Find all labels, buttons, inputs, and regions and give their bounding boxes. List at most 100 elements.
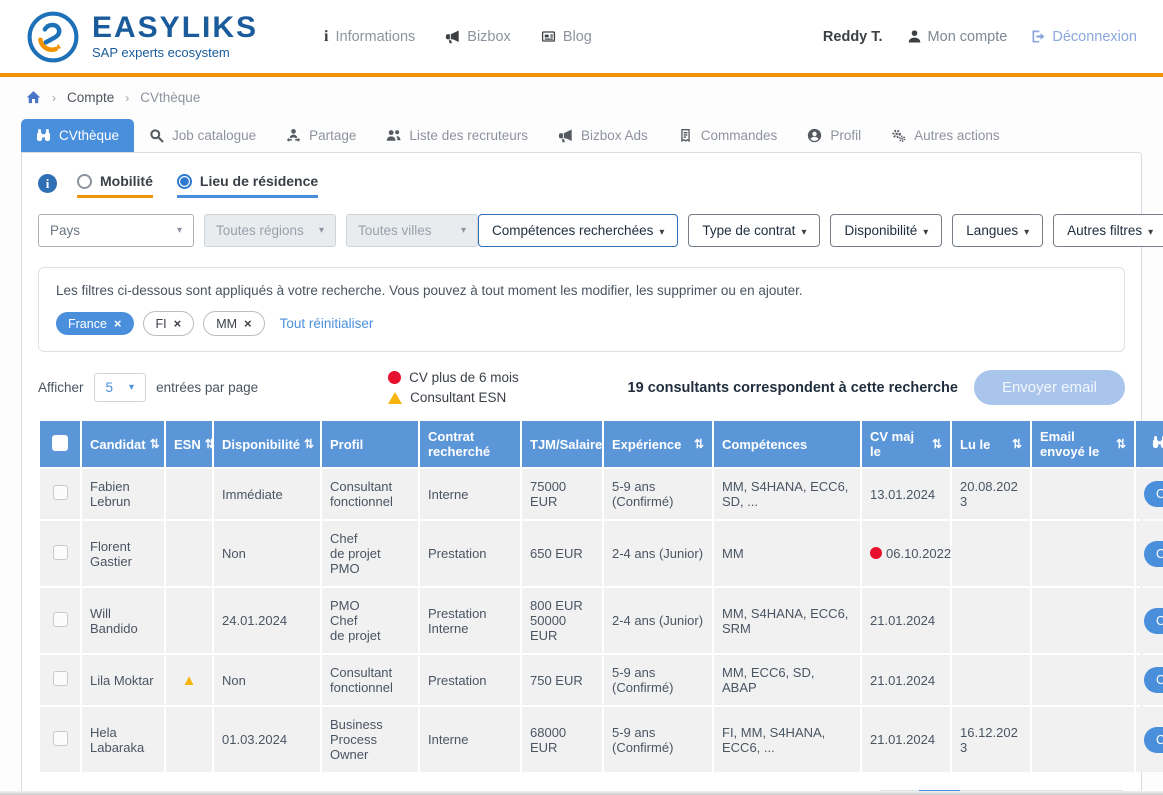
radio-button-icon[interactable] [177, 174, 192, 189]
radio-button-icon[interactable] [77, 174, 92, 189]
pagination-page-3[interactable]: 3 [1001, 790, 1043, 795]
my-account-label: Mon compte [928, 29, 1008, 45]
sort-icon[interactable]: ⇅ [1116, 437, 1126, 451]
cell-contrat: Prestation [420, 521, 520, 586]
chevron-down-icon: ▾ [177, 225, 182, 236]
send-email-button[interactable]: Envoyer email [974, 370, 1125, 405]
filter-button-compétences-recherchées[interactable]: Compétences recherchées▾ [478, 214, 678, 247]
header-nav-bizbox[interactable]: Bizbox [445, 28, 511, 46]
pagination-page-4[interactable]: 4 [1042, 790, 1084, 795]
table-row: Hela Labaraka01.03.2024Business Process … [40, 707, 1163, 772]
page-size-select[interactable]: 5▾ [94, 373, 147, 402]
applied-filters-message: Les filtres ci-dessous sont appliqués à … [56, 283, 1107, 298]
sort-icon[interactable]: ⇅ [694, 437, 704, 451]
sort-icon[interactable]: ⇅ [1012, 437, 1022, 451]
tab-liste-des-recruteurs[interactable]: Liste des recruteurs [371, 119, 543, 152]
select-toutes-régions[interactable]: Toutes régions▾ [204, 214, 336, 247]
binoculars-icon [1152, 435, 1163, 450]
cv-button[interactable]: CV [1144, 667, 1163, 693]
column-header-candidat[interactable]: Candidat⇅ [82, 421, 164, 467]
cv-button[interactable]: CV [1144, 727, 1163, 753]
home-icon[interactable] [26, 90, 41, 105]
search-icon [149, 128, 164, 143]
cv-button[interactable]: CV [1144, 608, 1163, 634]
cell-cv-maj-le: 13.01.2024 [862, 469, 950, 519]
tab-profil[interactable]: Profil [792, 119, 876, 152]
header-nav-blog[interactable]: Blog [541, 28, 592, 46]
main-panel: i MobilitéLieu de résidence Pays▾Toutes … [21, 152, 1142, 795]
chevron-down-icon: ▾ [1024, 227, 1029, 238]
table-row: Fabien LebrunImmédiateConsultant fonctio… [40, 469, 1163, 519]
column-header-esn[interactable]: ESN⇅ [166, 421, 212, 467]
filter-button-langues[interactable]: Langues▾ [952, 214, 1043, 247]
sort-icon[interactable]: ⇅ [150, 437, 160, 451]
row-checkbox[interactable] [53, 612, 68, 627]
filter-button-disponibilité[interactable]: Disponibilité▾ [830, 214, 942, 247]
close-icon[interactable]: × [114, 316, 122, 331]
pagination-next[interactable]: › [1083, 790, 1125, 795]
cell-profil: Consultant fonctionnel [322, 655, 418, 705]
row-checkbox[interactable] [53, 485, 68, 500]
select-all-checkbox[interactable] [52, 435, 68, 451]
filter-chip-france[interactable]: France× [56, 312, 134, 335]
tab-cvthèque[interactable]: CVthèque [21, 119, 134, 152]
header-nav-informations[interactable]: iInformations [324, 28, 415, 46]
filter-chip-mm[interactable]: MM× [203, 311, 264, 336]
tab-commandes[interactable]: Commandes [663, 119, 793, 152]
pagination-page-1[interactable]: 1 [919, 790, 961, 795]
cell-disponibilite: Non [214, 521, 320, 586]
column-header-expérience[interactable]: Expérience⇅ [604, 421, 712, 467]
esn-triangle-icon: ▲ [182, 672, 197, 689]
cell-esn [166, 469, 212, 519]
red-dot-icon [388, 371, 401, 384]
row-checkbox[interactable] [53, 731, 68, 746]
filter-chip-fi[interactable]: FI× [143, 311, 195, 336]
tab-autres-actions[interactable]: Autres actions [876, 119, 1015, 152]
brand-name: EASYLIKS [92, 13, 258, 43]
location-selects: Pays▾ Toutes régions▾ Toutes villes▾ [38, 214, 478, 247]
select-all-header [40, 421, 80, 467]
cv-button[interactable]: CV [1144, 541, 1163, 567]
select-toutes-villes[interactable]: Toutes villes▾ [346, 214, 478, 247]
cell-disponibilite: Non [214, 655, 320, 705]
cell-tjm: 650 EUR [522, 521, 602, 586]
select-pays[interactable]: Pays▾ [38, 214, 194, 247]
sort-icon[interactable]: ⇅ [205, 437, 215, 451]
cell-email-envoye-le [1032, 521, 1134, 586]
cell-esn [166, 588, 212, 653]
cell-experience: 2-4 ans (Junior) [604, 588, 712, 653]
column-header-cv-maj-le[interactable]: CV maj le⇅ [862, 421, 950, 467]
logout-link[interactable]: Déconnexion [1031, 29, 1137, 45]
share-users-icon [286, 128, 301, 143]
cv-button[interactable]: CV [1144, 481, 1163, 507]
row-checkbox[interactable] [53, 545, 68, 560]
column-header-lu-le[interactable]: Lu le⇅ [952, 421, 1030, 467]
pagination-page-2[interactable]: 2 [960, 790, 1002, 795]
sort-icon[interactable]: ⇅ [932, 437, 942, 451]
pagination-prev[interactable]: ‹ [878, 790, 920, 795]
filter-button-autres-filtres[interactable]: Autres filtres▾ [1053, 214, 1163, 247]
brand-logo[interactable]: EASYLIKS SAP experts ecosystem [26, 10, 258, 64]
cell-email-envoye-le [1032, 588, 1134, 653]
breadcrumb-item-compte[interactable]: Compte [67, 90, 114, 105]
filters-row: Pays▾ Toutes régions▾ Toutes villes▾ Compé… [38, 214, 1125, 247]
close-icon[interactable]: × [174, 316, 182, 331]
close-icon[interactable]: × [244, 316, 252, 331]
column-header-disponibilité[interactable]: Disponibilité⇅ [214, 421, 320, 467]
tab-partage[interactable]: Partage [271, 119, 371, 152]
table-row: Lila Moktar▲NonConsultant fonctionnelPre… [40, 655, 1163, 705]
tab-job-catalogue[interactable]: Job catalogue [134, 119, 271, 152]
filter-button-type-de-contrat[interactable]: Type de contrat▾ [688, 214, 820, 247]
radio-lieu-de-résidence[interactable]: Lieu de résidence [177, 173, 318, 198]
column-header-email-envoyé-le[interactable]: Email envoyé le⇅ [1032, 421, 1134, 467]
sort-icon[interactable]: ⇅ [304, 437, 314, 451]
reset-all-link[interactable]: Tout réinitialiser [280, 316, 374, 331]
radio-mobilité[interactable]: Mobilité [77, 173, 153, 198]
cell-esn: ▲ [166, 655, 212, 705]
row-checkbox[interactable] [53, 671, 68, 686]
my-account-link[interactable]: Mon compte [907, 29, 1008, 45]
cell-contrat: Prestation Interne [420, 588, 520, 653]
cell-email-envoye-le [1032, 469, 1134, 519]
tab-bizbox-ads[interactable]: Bizbox Ads [543, 119, 663, 152]
cell-contrat: Interne [420, 707, 520, 772]
